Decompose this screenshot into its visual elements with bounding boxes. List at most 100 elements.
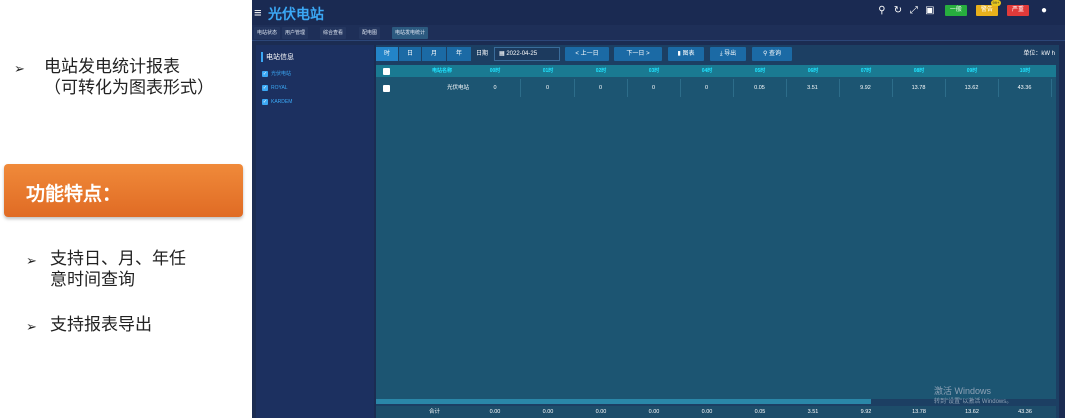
bullet-time-line2: 意时间查询 xyxy=(50,270,135,289)
col-header-10: 10时 xyxy=(1019,68,1031,74)
cell-02: 0 xyxy=(574,79,628,97)
col-header-08: 08时 xyxy=(913,68,925,74)
select-all-checkbox[interactable] xyxy=(383,68,390,75)
prev-day-button[interactable]: < 上一日 xyxy=(565,47,609,61)
query-button[interactable]: ⚲ 查询 xyxy=(752,47,792,61)
arrow-bullet-icon: ➢ xyxy=(26,253,37,268)
sidebar-item-label: ROYAL xyxy=(271,85,288,91)
feature-title: 功能特点： xyxy=(26,184,122,205)
date-input[interactable]: ▦ 2022-04-25 xyxy=(494,47,560,61)
col-header-00: 00时 xyxy=(489,68,501,74)
footer-10: 43.36 xyxy=(1018,409,1032,415)
segment-day[interactable]: 日 xyxy=(399,47,421,61)
tab-user-management[interactable]: 用户管理 xyxy=(282,27,309,39)
tab-distribution[interactable]: 配电图 xyxy=(359,27,381,39)
sidebar-title: 电站信息 xyxy=(261,52,294,62)
cell-05: 0.05 xyxy=(733,79,787,97)
segment-month[interactable]: 月 xyxy=(422,47,446,61)
refresh-icon[interactable]: ↻ xyxy=(892,5,904,16)
table-footer-total: 合计 0.00 0.00 0.00 0.00 0.00 0.05 3.51 9.… xyxy=(376,406,1056,418)
col-header-02: 02时 xyxy=(595,68,607,74)
fullscreen-icon[interactable]: ⤢ xyxy=(908,5,920,16)
main-panel: 时 日 月 年 日期 ▦ 2022-04-25 < 上一日 下一日 > ▮ 图表… xyxy=(376,45,1059,418)
cell-04: 0 xyxy=(680,79,734,97)
footer-01: 0.00 xyxy=(542,409,554,415)
segment-hour[interactable]: 时 xyxy=(376,47,398,61)
bullet-report-line1: 电站发电统计报表 xyxy=(44,57,180,76)
horizontal-scrollbar[interactable] xyxy=(376,399,871,404)
date-label: 日期 xyxy=(476,51,489,57)
footer-09: 13.62 xyxy=(965,409,979,415)
alarm-count-badge: 99+ xyxy=(990,0,1001,6)
tab-bar: 电站状态 用户管理 综合查看 配电图 电站发电统计 xyxy=(252,25,1065,41)
query-button-label: 查询 xyxy=(769,51,782,57)
footer-05: 0.05 xyxy=(754,409,766,415)
app-title: 光伏电站 xyxy=(268,6,324,22)
bullet-export-text: 支持报表导出 xyxy=(50,315,152,334)
footer-02: 0.00 xyxy=(595,409,607,415)
unit-label: 单位：kW h xyxy=(1023,51,1055,57)
footer-06: 3.51 xyxy=(807,409,819,415)
sidebar-item-label: 光伏电站 xyxy=(271,71,292,77)
app-window: ≡ 光伏电站 ⚲ ↻ ⤢ ▣ 一般 警告 99+ 严重 ● 电站状态 用户管理 综… xyxy=(252,0,1065,418)
col-header-09: 09时 xyxy=(966,68,978,74)
hamburger-menu-icon[interactable]: ≡ xyxy=(254,5,262,20)
sidebar-item-kardem[interactable]: KARDEM xyxy=(262,97,292,107)
cell-03: 0 xyxy=(627,79,681,97)
row-checkbox[interactable] xyxy=(383,85,390,92)
table-header: 电站名称 00时 01时 02时 03时 04时 05时 06时 07时 08时… xyxy=(376,65,1056,77)
arrow-bullet-icon: ➢ xyxy=(26,319,37,334)
date-value: 2022-04-25 xyxy=(506,51,538,57)
footer-03: 0.00 xyxy=(648,409,660,415)
col-header-06: 06时 xyxy=(807,68,819,74)
next-day-button[interactable]: 下一日 > xyxy=(614,47,662,61)
tab-station-status[interactable]: 电站状态 xyxy=(254,27,281,39)
table-row[interactable]: 光伏电站 0 0 0 0 0 0.05 3.51 9.92 13.78 13.6… xyxy=(376,79,1056,97)
chart-icon[interactable]: ▣ xyxy=(924,5,936,16)
alarm-warning-label: 警告 xyxy=(980,7,993,13)
sidebar-item-royal[interactable]: ROYAL xyxy=(262,83,288,93)
footer-08: 13.78 xyxy=(912,409,926,415)
footer-label: 合计 xyxy=(428,409,440,415)
cell-00: 0 xyxy=(493,85,497,91)
cell-09: 13.62 xyxy=(945,79,999,97)
user-icon[interactable]: ● xyxy=(1041,5,1047,16)
col-header-03: 03时 xyxy=(648,68,660,74)
cell-07: 9.92 xyxy=(839,79,893,97)
footer-00: 0.00 xyxy=(489,409,501,415)
alarm-critical-badge[interactable]: 严重 xyxy=(1006,5,1029,16)
chart-button-label: 图表 xyxy=(682,51,695,57)
col-header-01: 01时 xyxy=(542,68,554,74)
alarm-normal-badge[interactable]: 一般 xyxy=(944,5,967,16)
checkbox-checked-icon[interactable] xyxy=(262,70,268,77)
sidebar: 电站信息 光伏电站 ROYAL KARDEM xyxy=(256,45,374,418)
cell-01: 0 xyxy=(521,79,575,97)
footer-07: 9.92 xyxy=(860,409,872,415)
col-header-07: 07时 xyxy=(860,68,872,74)
top-icons: ⚲ ↻ ⤢ ▣ 一般 警告 99+ 严重 ● xyxy=(876,0,1047,16)
alarm-warning-badge[interactable]: 警告 99+ xyxy=(975,0,1001,16)
sidebar-item-pv-station[interactable]: 光伏电站 xyxy=(262,69,291,79)
col-header-05: 05时 xyxy=(754,68,766,74)
top-bar: ≡ 光伏电站 ⚲ ↻ ⤢ ▣ 一般 警告 99+ 严重 ● xyxy=(252,0,1065,25)
tab-overview[interactable]: 综合查看 xyxy=(320,27,347,39)
checkbox-checked-icon[interactable] xyxy=(262,84,268,91)
segment-year[interactable]: 年 xyxy=(447,47,471,61)
bullet-report-line2: （可转化为图表形式） xyxy=(44,78,214,97)
chart-button[interactable]: ▮ 图表 xyxy=(668,47,704,61)
col-header-04: 04时 xyxy=(701,68,713,74)
bullet-time-line1: 支持日、月、年任 xyxy=(50,249,186,268)
windows-watermark-subtitle: 转到"设置"以激活 Windows。 xyxy=(934,399,1013,405)
sidebar-item-label: KARDEM xyxy=(271,99,293,105)
cell-06: 3.51 xyxy=(786,79,840,97)
checkbox-checked-icon[interactable] xyxy=(262,98,268,105)
feature-title-box: 功能特点： xyxy=(4,164,243,217)
data-table: 电站名称 00时 01时 02时 03时 04时 05时 06时 07时 08时… xyxy=(376,65,1056,399)
slide-left-panel: ➢ 电站发电统计报表 （可转化为图表形式） 功能特点： ➢ 支持日、月、年任 意… xyxy=(0,0,252,418)
export-button[interactable]: ⤓ 导出 xyxy=(710,47,746,61)
toolbar: 时 日 月 年 日期 ▦ 2022-04-25 < 上一日 下一日 > ▮ 图表… xyxy=(376,45,1059,63)
search-icon[interactable]: ⚲ xyxy=(876,5,888,16)
tab-generation-stats[interactable]: 电站发电统计 xyxy=(392,27,429,39)
cell-08: 13.78 xyxy=(892,79,946,97)
arrow-bullet-icon: ➢ xyxy=(14,61,25,76)
